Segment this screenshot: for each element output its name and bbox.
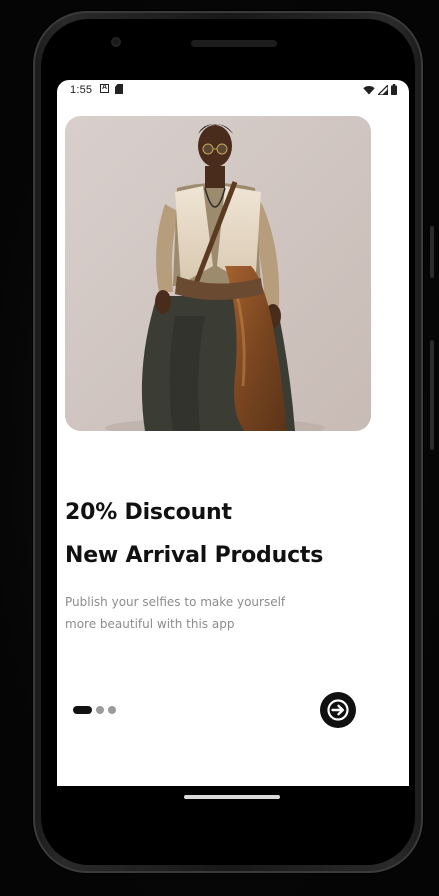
hero-product-image — [65, 116, 371, 431]
headline-new-arrival: New Arrival Products — [65, 543, 324, 568]
headline-discount: 20% Discount — [65, 500, 232, 525]
status-time: 1:55 — [70, 84, 93, 96]
description-line-1: Publish your selfies to make yourself — [65, 595, 286, 609]
status-left-icons: A — [100, 84, 123, 94]
battery-icon — [391, 84, 397, 95]
onboarding-description: Publish your selfies to make yourself mo… — [65, 591, 335, 635]
earpiece-speaker — [191, 40, 277, 47]
a-notification-icon: A — [100, 84, 109, 93]
volume-button — [430, 340, 434, 450]
signal-icon — [378, 84, 388, 95]
front-camera — [111, 37, 121, 47]
page-dot-1[interactable] — [73, 706, 92, 714]
description-line-2: more beautiful with this app — [65, 617, 235, 631]
sd-card-icon — [115, 84, 123, 94]
wifi-icon — [363, 85, 375, 94]
status-bar: 1:55 A — [57, 80, 409, 102]
app-screen: 1:55 A 20% Discount New Arrival Products… — [57, 80, 409, 786]
page-indicator — [73, 706, 116, 714]
next-button[interactable] — [320, 692, 356, 728]
arrow-right-icon — [327, 699, 349, 721]
status-right-icons — [363, 84, 397, 95]
power-button — [430, 226, 434, 278]
device-stage: 1:55 A 20% Discount New Arrival Products… — [0, 0, 439, 896]
page-dot-2[interactable] — [96, 706, 104, 714]
page-dot-3[interactable] — [108, 706, 116, 714]
home-gesture-bar[interactable] — [184, 795, 280, 799]
